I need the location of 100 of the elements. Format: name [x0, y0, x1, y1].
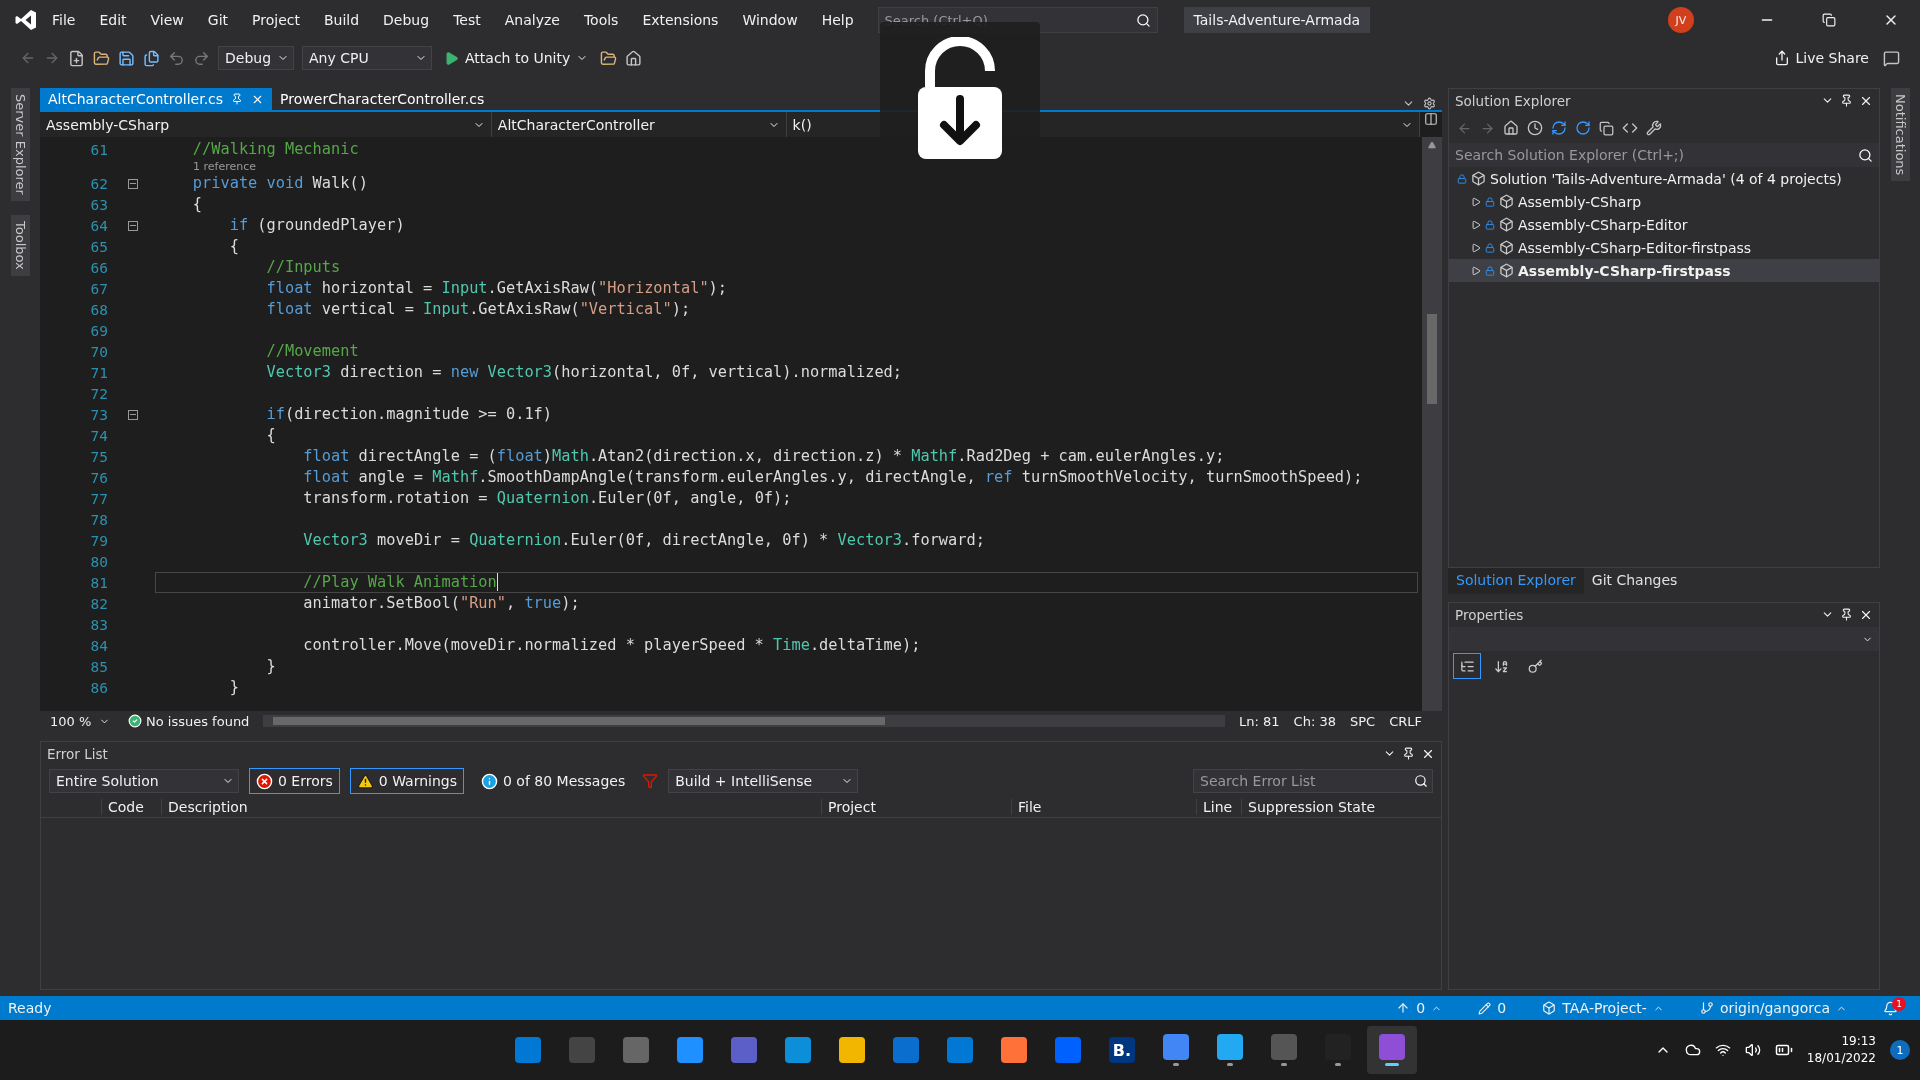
scroll-up-icon[interactable]	[1428, 141, 1436, 149]
filter-toggle[interactable]: 0 Errors	[249, 768, 340, 794]
clock[interactable]: 19:13 18/01/2022	[1806, 1033, 1876, 1067]
redo-icon[interactable]	[193, 49, 210, 67]
close-icon[interactable]	[1859, 94, 1873, 108]
save-icon[interactable]	[118, 49, 135, 67]
volume-icon[interactable]	[1744, 1042, 1761, 1058]
wrench-icon[interactable]	[1646, 120, 1662, 136]
menu-item[interactable]: Help	[811, 8, 864, 32]
user-avatar[interactable]: JV	[1668, 7, 1694, 33]
menu-item[interactable]: Window	[732, 8, 808, 32]
clock-icon[interactable]	[1527, 120, 1543, 136]
editor-tab[interactable]: ProwerCharacterController.cs	[272, 88, 493, 110]
scope-dropdown[interactable]: Entire Solution	[49, 769, 239, 793]
live-share-button[interactable]: Live Share	[1767, 49, 1875, 67]
side-tab[interactable]: Server Explorer	[10, 88, 30, 201]
expand-icon[interactable]	[1471, 242, 1481, 253]
pin-icon[interactable]	[1402, 747, 1415, 760]
repo-name[interactable]: TAA-Project-	[1562, 1000, 1647, 1016]
expand-icon[interactable]	[1471, 196, 1481, 207]
source-dropdown[interactable]: Build + IntelliSense	[668, 769, 859, 793]
bell-icon[interactable]	[1883, 1000, 1898, 1016]
filter-toggle[interactable]: 0 Warnings	[349, 768, 464, 794]
menu-item[interactable]: Extensions	[632, 8, 729, 32]
tree-item[interactable]: Solution 'Tails-Adventure-Armada' (4 of 4 projects)	[1449, 167, 1879, 190]
panel-tab[interactable]: Git Changes	[1583, 568, 1686, 594]
save-all-icon[interactable]	[143, 49, 160, 67]
restore-icon[interactable]	[1822, 13, 1836, 27]
column-header[interactable]: File	[1011, 798, 1196, 815]
zoom-dropdown[interactable]: 100 %	[44, 712, 114, 730]
column-header[interactable]: Suppression State	[1241, 798, 1401, 815]
folder-icon[interactable]	[93, 49, 110, 67]
new-file-icon[interactable]	[68, 49, 85, 67]
menu-item[interactable]: Debug	[373, 8, 440, 32]
branch-icon[interactable]	[1699, 1001, 1714, 1015]
expand-icon[interactable]	[1471, 219, 1481, 230]
code-icon[interactable]	[1622, 120, 1638, 136]
tree-item[interactable]: Assembly-CSharp	[1449, 190, 1879, 213]
refresh-icon[interactable]	[1575, 120, 1591, 136]
split-icon[interactable]	[1420, 112, 1442, 137]
collapse-icon[interactable]	[127, 220, 138, 231]
copy-icon[interactable]	[1599, 120, 1614, 136]
expand-icon[interactable]	[1471, 265, 1481, 276]
repo-icon[interactable]	[1542, 1001, 1557, 1015]
changes-count[interactable]: 0	[1497, 1000, 1507, 1016]
undo-icon[interactable]	[168, 49, 185, 67]
scrollbar[interactable]	[1422, 137, 1442, 711]
pin-icon[interactable]	[1840, 608, 1853, 621]
menu-item[interactable]: Edit	[89, 8, 137, 32]
close-icon[interactable]	[1859, 608, 1873, 622]
menu-item[interactable]: Git	[197, 8, 239, 32]
pin-icon[interactable]	[1840, 94, 1853, 107]
menu-item[interactable]: Build	[313, 8, 370, 32]
horizontal-scrollbar[interactable]	[263, 715, 1226, 727]
menu-item[interactable]: Test	[443, 8, 491, 32]
side-tab[interactable]: Notifications	[1890, 88, 1910, 182]
sync-icon[interactable]	[1551, 120, 1567, 136]
collapse-icon[interactable]	[127, 178, 138, 189]
cloud-icon[interactable]	[1684, 1042, 1701, 1058]
menu-item[interactable]: Project	[242, 8, 310, 32]
home-icon[interactable]	[1503, 120, 1519, 136]
breadcrumb-dropdown[interactable]: AltCharacterController	[491, 112, 787, 137]
menu-item[interactable]: File	[42, 8, 86, 32]
menu-item[interactable]: View	[140, 8, 194, 32]
search-field[interactable]: Search Solution Explorer (Ctrl+;)	[1449, 143, 1879, 167]
push-count[interactable]: 0	[1416, 1000, 1426, 1016]
search-field[interactable]: Search Error List	[1193, 769, 1433, 793]
branch-name[interactable]: origin/gangorca	[1719, 1000, 1830, 1016]
column-header[interactable]: Project	[821, 798, 1011, 815]
menu-item[interactable]: Tools	[573, 8, 629, 32]
column-header[interactable]: Description	[161, 798, 821, 815]
tree-item[interactable]: Assembly-CSharp-firstpass	[1449, 259, 1879, 282]
scroll-thumb[interactable]	[1427, 314, 1437, 404]
side-tab[interactable]: Toolbox	[10, 214, 30, 276]
panel-tab[interactable]: Solution Explorer	[1448, 568, 1584, 594]
tree-item[interactable]: Assembly-CSharp-Editor	[1449, 213, 1879, 236]
platform-dropdown[interactable]: Any CPU	[302, 46, 432, 70]
attach-button[interactable]: Attach to Unity	[440, 50, 593, 66]
column-header[interactable]: Code	[101, 798, 161, 815]
breadcrumb-dropdown[interactable]: Assembly-CSharp	[40, 112, 492, 137]
column-header[interactable]: Line	[1196, 798, 1241, 815]
scroll-thumb[interactable]	[273, 717, 886, 725]
notification-badge[interactable]: 1	[1890, 1040, 1910, 1060]
feedback-icon[interactable]	[1883, 49, 1900, 67]
filter-icon[interactable]	[642, 773, 659, 789]
forward-icon[interactable]	[1480, 120, 1495, 136]
back-icon[interactable]	[1457, 120, 1472, 136]
collapse-icon[interactable]	[127, 409, 138, 420]
code-lens[interactable]: 1 reference	[193, 160, 257, 173]
settings-icon[interactable]	[1423, 97, 1436, 110]
taskbar-app[interactable]: B.	[1097, 1026, 1147, 1074]
menu-item[interactable]: Analyze	[494, 8, 570, 32]
folder-icon[interactable]	[600, 49, 618, 67]
configuration-dropdown[interactable]: Debug	[218, 46, 294, 70]
wifi-icon[interactable]	[1714, 1042, 1731, 1058]
filter-toggle[interactable]: 0 of 80 Messages	[474, 768, 633, 794]
close-icon[interactable]	[1421, 747, 1435, 761]
tree-item[interactable]: Assembly-CSharp-Editor-firstpass	[1449, 236, 1879, 259]
pencil-icon[interactable]	[1478, 1001, 1492, 1015]
categorized-button[interactable]	[1453, 653, 1481, 679]
